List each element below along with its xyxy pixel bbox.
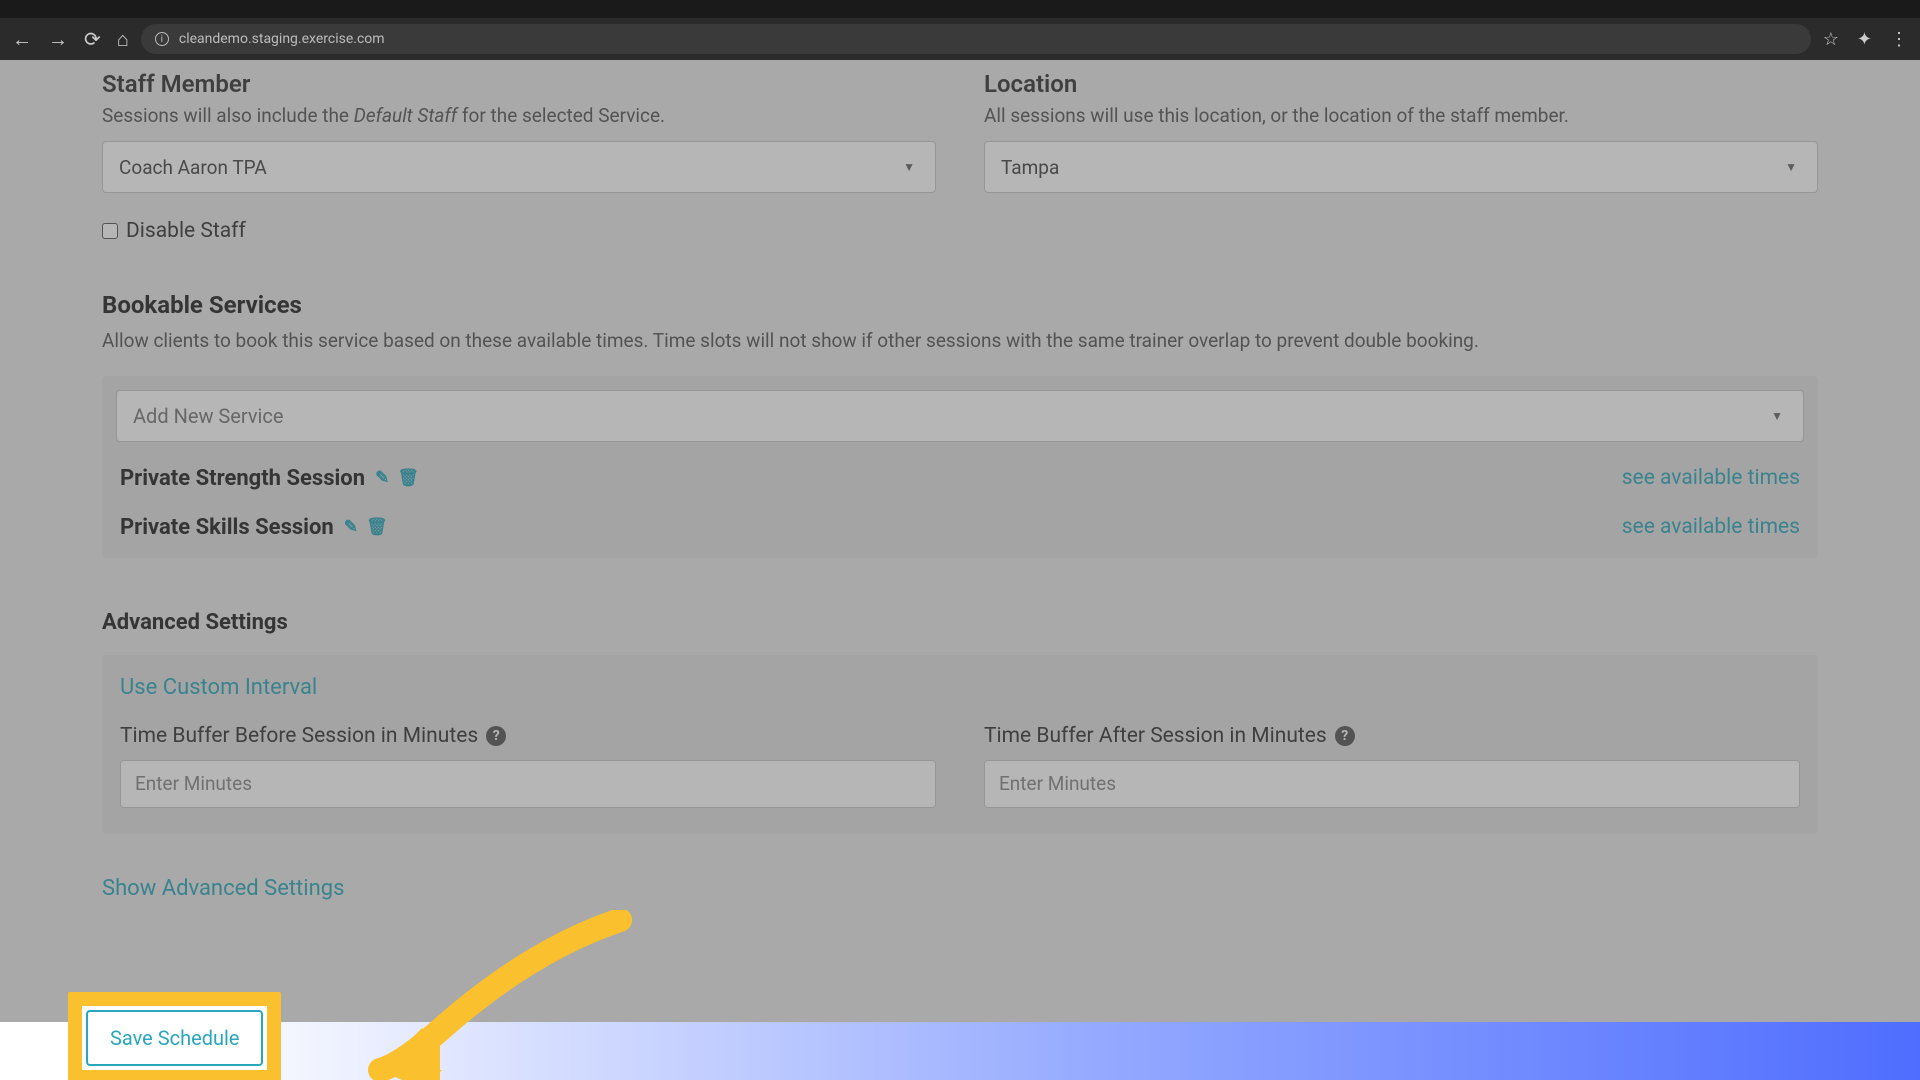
advanced-heading: Advanced Settings <box>102 610 1818 635</box>
nav-bar: ← → ⟳ ⌂ i cleandemo.staging.exercise.com… <box>0 18 1920 60</box>
service-name: Private Skills Session ✎ 🗑 <box>120 515 388 540</box>
page-content: Staff Member Sessions will also include … <box>0 60 1920 1080</box>
reload-icon[interactable]: ⟳ <box>84 27 101 51</box>
star-icon[interactable]: ☆ <box>1823 29 1839 50</box>
location-column: Location All sessions will use this loca… <box>984 60 1818 243</box>
extensions-icon[interactable]: ✦ <box>1857 29 1872 50</box>
staff-select-value: Coach Aaron TPA <box>119 156 267 179</box>
help-icon[interactable]: ? <box>1335 726 1355 746</box>
buffer-before-col: Time Buffer Before Session in Minutes ? … <box>120 724 936 808</box>
see-times-link[interactable]: see available times <box>1622 515 1800 539</box>
edit-icon[interactable]: ✎ <box>375 468 389 488</box>
nav-buttons: ← → ⟳ ⌂ <box>12 27 129 52</box>
url-text: cleandemo.staging.exercise.com <box>179 31 385 47</box>
service-row: Private Skills Session ✎ 🗑 see available… <box>116 515 1804 540</box>
chevron-down-icon: ▼ <box>1785 160 1797 174</box>
browser-right-icons: ☆ ✦ ⋮ <box>1823 29 1908 50</box>
back-icon[interactable]: ← <box>12 27 32 52</box>
staff-label: Staff Member <box>102 70 936 98</box>
site-info-icon[interactable]: i <box>155 32 169 46</box>
buffer-before-label: Time Buffer Before Session in Minutes ? <box>120 724 936 748</box>
chevron-down-icon: ▼ <box>903 160 915 174</box>
see-times-link[interactable]: see available times <box>1622 466 1800 490</box>
help-icon[interactable]: ? <box>486 726 506 746</box>
address-bar[interactable]: i cleandemo.staging.exercise.com <box>141 24 1811 54</box>
home-icon[interactable]: ⌂ <box>117 27 129 52</box>
buffer-after-label: Time Buffer After Session in Minutes ? <box>984 724 1800 748</box>
chevron-down-icon: ▼ <box>1771 409 1783 423</box>
bottom-gradient <box>0 1022 1920 1080</box>
menu-icon[interactable]: ⋮ <box>1890 29 1908 50</box>
add-service-placeholder: Add New Service <box>133 404 284 428</box>
tab-bar <box>0 0 1920 18</box>
disable-staff-label: Disable Staff <box>126 219 246 243</box>
buffer-before-input[interactable]: Enter Minutes <box>120 760 936 808</box>
forward-icon[interactable]: → <box>48 27 68 52</box>
services-panel: Add New Service ▼ Private Strength Sessi… <box>102 376 1818 558</box>
edit-icon[interactable]: ✎ <box>344 517 358 537</box>
save-schedule-button[interactable]: Save Schedule <box>86 1010 263 1066</box>
custom-interval-link[interactable]: Use Custom Interval <box>120 675 1800 700</box>
staff-column: Staff Member Sessions will also include … <box>102 60 936 243</box>
services-sub: Allow clients to book this service based… <box>102 327 1818 356</box>
advanced-panel: Use Custom Interval Time Buffer Before S… <box>102 655 1818 834</box>
service-name: Private Strength Session ✎ 🗑 <box>120 466 419 491</box>
trash-icon[interactable]: 🗑 <box>366 517 388 537</box>
disable-staff-row[interactable]: Disable Staff <box>102 219 936 243</box>
service-row: Private Strength Session ✎ 🗑 see availab… <box>116 466 1804 491</box>
buffer-after-col: Time Buffer After Session in Minutes ? E… <box>984 724 1800 808</box>
buffer-after-input[interactable]: Enter Minutes <box>984 760 1800 808</box>
location-select-value: Tampa <box>1001 156 1059 179</box>
location-select[interactable]: Tampa ▼ <box>984 141 1818 193</box>
trash-icon[interactable]: 🗑 <box>397 468 419 488</box>
save-highlight-box: Save Schedule <box>68 992 281 1080</box>
disable-staff-checkbox[interactable] <box>102 223 118 239</box>
location-label: Location <box>984 70 1818 98</box>
location-sublabel: All sessions will use this location, or … <box>984 104 1818 127</box>
staff-sublabel: Sessions will also include the Default S… <box>102 104 936 127</box>
add-service-select[interactable]: Add New Service ▼ <box>116 390 1804 442</box>
browser-chrome: ← → ⟳ ⌂ i cleandemo.staging.exercise.com… <box>0 0 1920 60</box>
services-heading: Bookable Services <box>102 291 1818 319</box>
show-advanced-link[interactable]: Show Advanced Settings <box>102 876 1818 901</box>
staff-select[interactable]: Coach Aaron TPA ▼ <box>102 141 936 193</box>
